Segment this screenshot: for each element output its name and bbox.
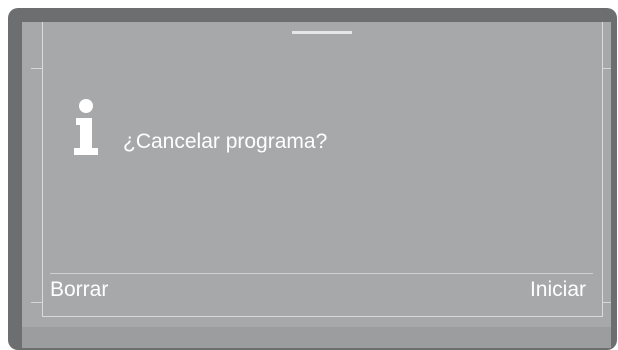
softkey-divider — [50, 273, 593, 274]
dialog-message: ¿Cancelar programa? — [123, 130, 328, 153]
bottom-divider — [42, 316, 603, 317]
tick-mark — [602, 302, 611, 303]
start-softkey[interactable]: Iniciar — [530, 278, 586, 302]
top-indicator — [292, 31, 352, 34]
display-screen: ¿Cancelar programa? Borrar Iniciar — [22, 22, 611, 348]
info-icon — [74, 99, 98, 155]
tick-mark — [602, 68, 611, 69]
tick-mark — [31, 68, 43, 69]
tick-mark — [31, 302, 43, 303]
left-guide-line — [42, 22, 43, 316]
delete-softkey[interactable]: Borrar — [50, 278, 108, 302]
right-guide-line — [602, 22, 603, 316]
device-bezel: ¿Cancelar programa? Borrar Iniciar — [8, 8, 617, 350]
bottom-band — [22, 327, 611, 348]
